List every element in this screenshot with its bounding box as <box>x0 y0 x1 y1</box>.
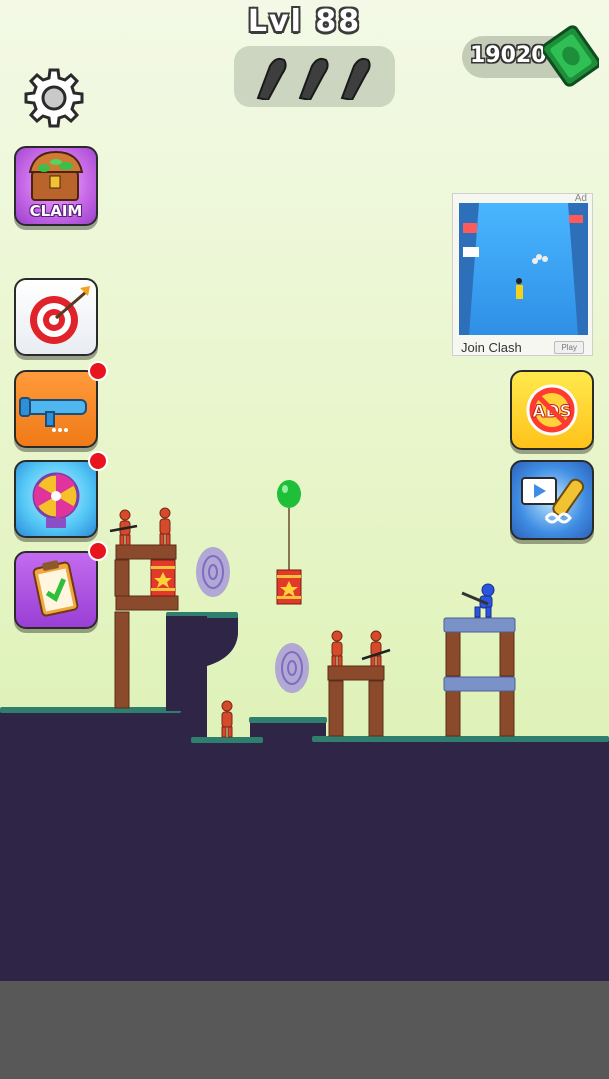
enemy-2 <box>159 507 171 546</box>
spin-wheel-icon <box>32 472 80 528</box>
bullet-icon <box>256 57 287 100</box>
gear-icon[interactable] <box>22 66 86 130</box>
enemy-5 <box>361 630 391 667</box>
treasure-chest-icon <box>28 150 84 201</box>
claim-chest-button[interactable]: CLAIM <box>14 146 98 226</box>
no-ads-button[interactable]: ADS <box>510 370 594 450</box>
wooden-tower-middle <box>327 665 385 737</box>
wooden-tower-right <box>443 617 516 737</box>
enemy-3 <box>221 700 233 738</box>
enemy-1 <box>109 509 138 546</box>
notification-badge <box>88 541 108 561</box>
ad-caption: Join Clash <box>461 340 522 355</box>
portal-2 <box>275 643 309 693</box>
tasks-button[interactable] <box>14 551 98 629</box>
level-title: Lvl 88 <box>247 4 362 39</box>
ad-play-button[interactable]: Play <box>554 341 584 354</box>
rocket-launcher-icon <box>19 397 87 432</box>
portal-1 <box>196 547 230 597</box>
enemy-4 <box>331 630 343 667</box>
ad-banner[interactable]: Ad Join Clash Play <box>452 193 593 356</box>
notification-badge <box>88 361 108 381</box>
spin-wheel-button[interactable] <box>14 460 98 538</box>
clipboard-check-icon <box>32 560 79 617</box>
balloon-barrel <box>276 480 302 605</box>
bullet-icon <box>340 57 371 100</box>
weapon-button[interactable] <box>14 370 98 448</box>
ad-image <box>459 203 588 335</box>
claim-label: CLAIM <box>29 202 83 220</box>
ammo-panel <box>234 46 395 107</box>
target-icon <box>30 286 90 344</box>
bullet-icon <box>298 57 329 100</box>
video-rocket-icon <box>521 477 585 524</box>
explosive-barrel-1 <box>150 559 176 597</box>
money-value: 19020 <box>470 43 547 68</box>
watch-video-button[interactable] <box>510 460 594 540</box>
bottom-bar <box>0 981 609 1079</box>
cash-stack-icon <box>543 25 599 87</box>
ad-runner-graphic <box>459 203 588 335</box>
notification-badge <box>88 451 108 471</box>
target-button[interactable] <box>14 278 98 356</box>
player-character <box>461 583 495 618</box>
no-ads-icon: ADS <box>526 384 578 436</box>
